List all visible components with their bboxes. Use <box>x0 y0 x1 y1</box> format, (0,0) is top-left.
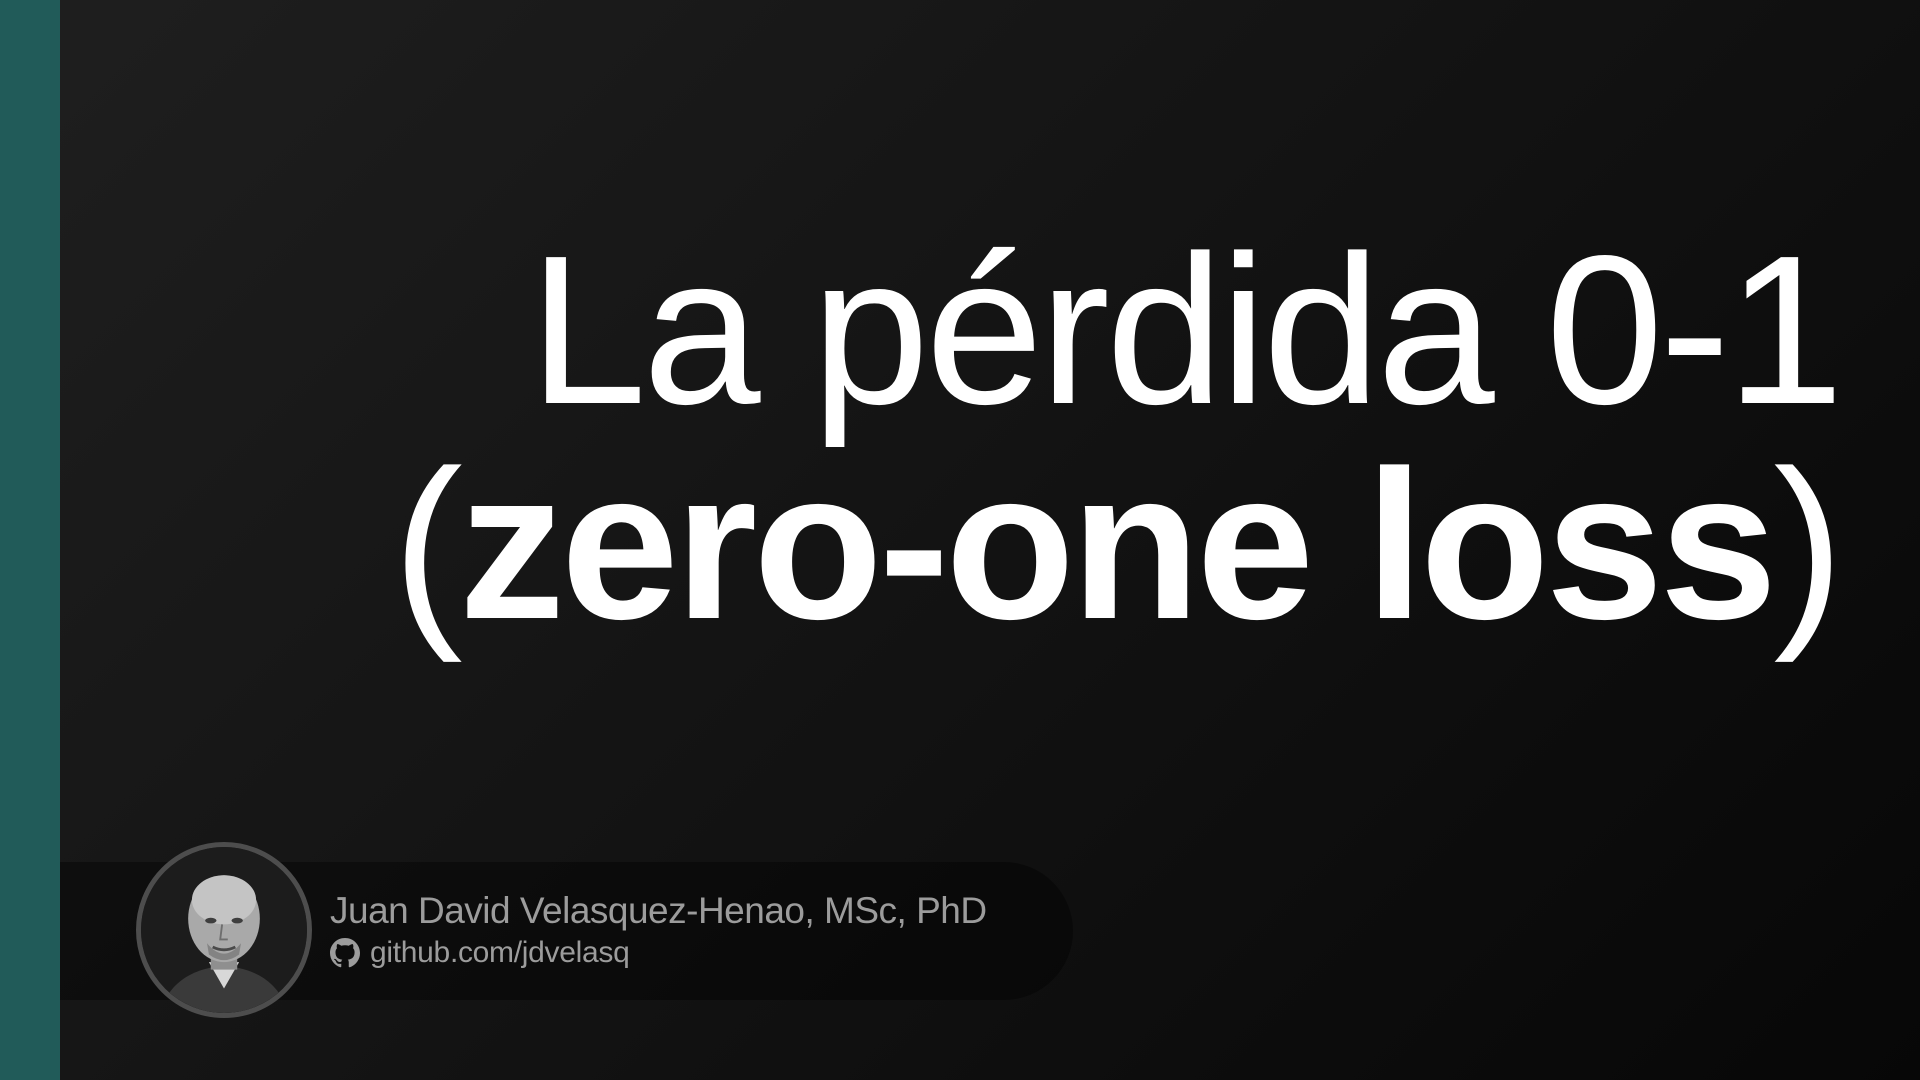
title-line-1: La pérdida 0-1 <box>528 211 1844 448</box>
slide-title: La pérdida 0-1 (zero-one loss) <box>392 211 1844 655</box>
slide: La pérdida 0-1 (zero-one loss) Juan Davi… <box>0 0 1920 1080</box>
avatar-portrait <box>141 847 307 1013</box>
title-bold-text: zero-one loss <box>458 426 1778 663</box>
avatar <box>136 842 312 1018</box>
author-github-link[interactable]: github.com/jdvelasq <box>330 936 630 970</box>
accent-bar <box>0 0 60 1080</box>
title-line-2: (zero-one loss) <box>392 435 1844 655</box>
author-name: Juan David Velasquez-Henao, MSc, PhD <box>330 890 987 931</box>
title-open-paren: ( <box>392 426 463 663</box>
github-icon <box>330 938 360 968</box>
title-close-paren: ) <box>1773 426 1844 663</box>
github-link-text[interactable]: github.com/jdvelasq <box>370 936 630 970</box>
